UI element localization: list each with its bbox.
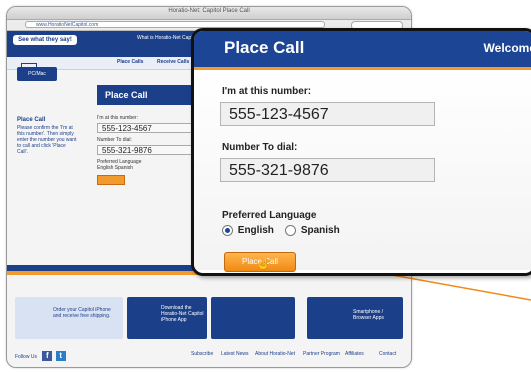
instructions-text: Please confirm the 'I'm at this number'.… <box>17 125 77 155</box>
twitter-icon[interactable]: t <box>55 351 66 361</box>
pcmac-tab[interactable]: PC/Mac <box>17 67 57 81</box>
promo-smartphone-text: Smartphone / Browser Apps <box>353 309 384 321</box>
label-number-to-dial: Number To dial: <box>222 142 298 153</box>
promo-order-text: Order your Capitol iPhone and receive fr… <box>53 307 111 319</box>
at-number-field[interactable]: 555-123-4567 <box>220 102 435 126</box>
bg-lang-spanish[interactable]: Spanish <box>115 165 133 171</box>
footer-link[interactable]: About Horatio-Net <box>255 351 295 357</box>
promo-app-text: Download the Horatio-Net Capitol iPhone … <box>161 305 204 323</box>
facebook-icon[interactable]: f <box>42 351 53 361</box>
promo-row: Order your Capitol iPhone and receive fr… <box>15 297 403 341</box>
english-radio[interactable] <box>222 225 233 236</box>
footer-link[interactable]: Partner Program <box>303 351 340 357</box>
label-at-number: I'm at this number: <box>222 86 312 97</box>
promo-smartphone[interactable]: Smartphone / Browser Apps <box>307 297 403 339</box>
label-preferred-language: Preferred Language <box>222 210 317 221</box>
welcome-text: Welcome <box>483 41 531 55</box>
instructions: Place Call Please confirm the 'I'm at th… <box>17 117 77 155</box>
bg-lang-english[interactable]: English <box>97 165 113 171</box>
subnav-receive-calls[interactable]: Receive Calls <box>157 59 189 65</box>
english-label: English <box>237 225 274 237</box>
zoom-header: Place Call Welcome <box>194 31 531 67</box>
promo-order[interactable]: Order your Capitol iPhone and receive fr… <box>15 297 123 339</box>
bg-at-field[interactable]: 555-123-4567 <box>97 123 197 133</box>
dial-number-field[interactable]: 555-321-9876 <box>220 158 435 182</box>
zoom-form: I'm at this number: 555-123-4567 Number … <box>194 70 531 272</box>
browser-titlebar: Horatio-Net: Capitol Place Call <box>7 7 411 20</box>
hand-cursor-icon: ☝ <box>256 256 271 270</box>
follow-us-label: Follow Us <box>15 354 37 360</box>
instructions-heading: Place Call <box>17 117 46 123</box>
footer-link[interactable]: Affiliates <box>345 351 364 357</box>
bg-place-call-button[interactable] <box>97 175 125 185</box>
promo-app[interactable]: Download the Horatio-Net Capitol iPhone … <box>127 297 207 339</box>
footer-link[interactable]: Latest News <box>221 351 249 357</box>
language-options: English Spanish <box>222 225 340 236</box>
site-footer: Follow Us f t Subscribe Latest News Abou… <box>15 351 403 361</box>
tagline-button[interactable]: See what they say! <box>13 35 77 45</box>
window-title: Horatio-Net: Capitol Place Call <box>168 8 250 14</box>
zoom-callout: Place Call Welcome I'm at this number: 5… <box>191 28 531 276</box>
footer-link[interactable]: Subscribe <box>191 351 213 357</box>
spanish-label: Spanish <box>300 225 340 237</box>
spanish-radio[interactable] <box>285 225 297 236</box>
promo-icons[interactable] <box>211 297 295 339</box>
subnav-place-calls[interactable]: Place Calls <box>117 59 143 65</box>
footer-link[interactable]: Contact <box>379 351 396 357</box>
address-bar[interactable]: www.HoratioNetCapitol.com <box>25 21 325 28</box>
bg-dial-field[interactable]: 555-321-9876 <box>97 145 197 155</box>
zoom-title: Place Call <box>224 38 305 57</box>
